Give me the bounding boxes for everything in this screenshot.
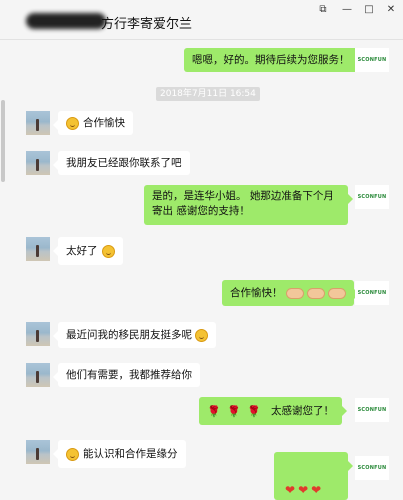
message-text: 他们有需要，我都推荐给你 — [66, 368, 192, 381]
handshake-emoji-icon — [306, 287, 325, 299]
message-text: 太好了 — [66, 244, 98, 257]
contact-avatar[interactable] — [26, 363, 50, 387]
heart-emoji-icon: ❤ — [311, 483, 322, 497]
grin-emoji-icon — [101, 244, 115, 258]
message-bubble-incoming[interactable]: 合作愉快 — [53, 111, 133, 135]
contact-avatar[interactable] — [26, 237, 50, 261]
contact-avatar[interactable] — [26, 151, 50, 175]
contact-avatar[interactable] — [26, 322, 50, 346]
chat-title: 方行李寄爱尔兰 — [101, 17, 193, 32]
message-text: 是的，是连华小姐。 她那边准备下个月寄出 感谢您的支持！ — [152, 190, 334, 217]
smile-emoji-icon — [66, 116, 79, 130]
pin-icon[interactable]: ⧉ — [314, 2, 332, 16]
contact-avatar[interactable] — [26, 440, 50, 464]
rose-emoji-icon: 🌹 — [207, 404, 221, 418]
chat-scrollbar[interactable] — [1, 100, 5, 182]
contact-avatar[interactable] — [26, 111, 50, 135]
message-bubble-incoming[interactable]: 能认识和合作是缘分 — [53, 440, 186, 468]
wink-emoji-icon — [66, 447, 79, 461]
message-text: 最近问我的移民朋友挺多呢 — [66, 328, 192, 341]
rose-emoji-icon: 🌹 — [247, 404, 261, 418]
message-text: 合作愉快！ — [230, 286, 283, 299]
message-bubble-incoming[interactable]: 我朋友已经跟你联系了吧 — [53, 151, 190, 175]
chat-window: 方行李寄爱尔兰 ⧉ — □ ✕ 嗯嗯，好的。期待后续为您服务！ SCONFUN … — [0, 0, 403, 500]
my-avatar[interactable]: SCONFUN — [355, 48, 389, 72]
my-avatar[interactable]: SCONFUN — [355, 185, 389, 209]
redacted-title-prefix — [26, 13, 106, 29]
message-text: 嗯嗯，好的。期待后续为您服务！ — [192, 53, 350, 66]
handshake-emoji-icon — [285, 287, 304, 299]
my-avatar[interactable]: SCONFUN — [355, 456, 389, 480]
minimize-button[interactable]: — — [338, 2, 356, 16]
handshake-emoji-icon — [327, 287, 346, 299]
message-text: 我朋友已经跟你联系了吧 — [66, 156, 182, 169]
my-avatar[interactable]: SCONFUN — [355, 281, 389, 305]
message-text: 太感谢您了！ — [271, 404, 334, 417]
message-bubble-outgoing[interactable]: 是的，是连华小姐。 她那边准备下个月寄出 感谢您的支持！ — [144, 185, 353, 225]
message-bubble-outgoing[interactable]: 嗯嗯，好的。期待后续为您服务！ — [184, 48, 362, 72]
close-button[interactable]: ✕ — [382, 2, 400, 16]
heart-emoji-icon: ❤ — [285, 483, 296, 497]
title-bar: 方行李寄爱尔兰 ⧉ — □ ✕ — [0, 0, 403, 40]
message-bubble-incoming[interactable]: 他们有需要，我都推荐给你 — [53, 363, 200, 387]
message-text: 合作愉快 — [83, 116, 125, 129]
rose-emoji-icon: 🌹 — [227, 404, 241, 418]
message-text: 能认识和合作是缘分 — [83, 447, 178, 460]
maximize-button[interactable]: □ — [360, 2, 378, 16]
my-avatar[interactable]: SCONFUN — [355, 398, 389, 422]
message-bubble-incoming[interactable]: 太好了 — [53, 237, 123, 265]
message-bubble-outgoing[interactable]: 🌹 🌹 🌹 太感谢您了！ — [199, 397, 347, 425]
chat-timestamp: 2018年7月11日 16:54 — [156, 87, 260, 101]
message-bubble-outgoing[interactable]: 合作愉快！ — [222, 280, 358, 306]
heart-emoji-icon: ❤ — [298, 483, 309, 497]
message-bubble-incoming[interactable]: 最近问我的移民朋友挺多呢 — [53, 322, 216, 348]
message-bubble-outgoing[interactable]: ❤ ❤ ❤ — [274, 452, 353, 500]
thinking-emoji-icon — [195, 328, 208, 342]
